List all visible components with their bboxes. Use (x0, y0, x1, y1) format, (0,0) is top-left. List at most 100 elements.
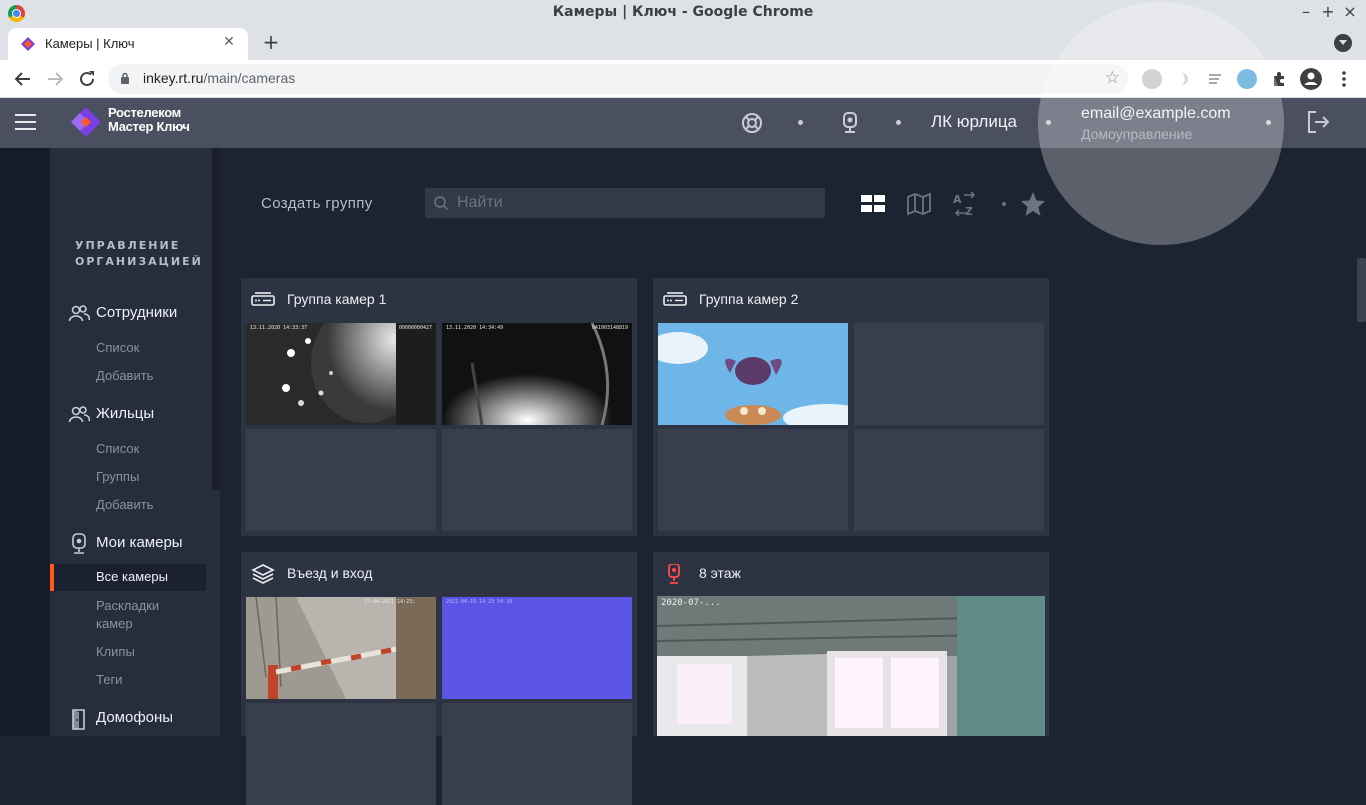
search-field[interactable] (425, 188, 825, 218)
camera-timestamp: 15-04-2021 14:23: (364, 599, 416, 605)
camera-timestamp: 13.11.2020 14:34:49 (446, 325, 504, 331)
sidebar-subitem-tags[interactable]: Теги (96, 671, 206, 689)
camera-preview-empty[interactable] (442, 703, 632, 805)
page-scrollbar[interactable] (1357, 258, 1366, 322)
camera-preview-empty[interactable] (854, 323, 1044, 425)
camera-timestamp: 2021-04-15 14 23 54 10 (446, 599, 513, 605)
sidebar-item-label: Сотрудники (96, 304, 178, 321)
tab-search-icon[interactable] (1334, 34, 1352, 52)
sidebar-subitem-camera-layouts[interactable]: Раскладки камер (96, 597, 206, 633)
bookmark-star-icon[interactable]: ☆ (1105, 68, 1120, 88)
sidebar-subitem-all-cameras[interactable]: Все камеры (50, 564, 206, 591)
sidebar-item-employees[interactable]: Сотрудники (68, 302, 208, 326)
camera-id: 041903148819 (591, 325, 628, 331)
logout-icon[interactable] (1305, 109, 1331, 135)
card-header[interactable]: Группа камер 2 (653, 278, 1049, 322)
maximize-button[interactable]: + (1319, 2, 1337, 22)
support-lifebuoy-icon[interactable] (740, 111, 764, 135)
sidebar-subitem-employees-list[interactable]: Список (96, 339, 206, 357)
close-window-button[interactable]: × (1341, 2, 1359, 22)
camera-group-card[interactable]: Группа камер 1 13.11.2020 14:33:37 00000… (241, 278, 637, 536)
sort-az-icon[interactable]: A Z (951, 190, 979, 218)
tab-title: Камеры | Ключ (45, 36, 135, 51)
webcam-icon (72, 533, 86, 554)
user-email[interactable]: email@example.com (1081, 105, 1231, 123)
camera-id: 00000000427 (398, 325, 432, 331)
favorites-star-icon[interactable] (1019, 190, 1047, 218)
browser-toolbar: inkey.rt.ru/main/cameras ☆ (0, 60, 1366, 98)
camera-frame-image (442, 323, 632, 425)
extensions-puzzle-icon[interactable] (1269, 69, 1289, 89)
camera-preview[interactable]: 13.11.2020 14:33:37 00000000427 (246, 323, 436, 425)
card-title: Группа камер 1 (287, 291, 387, 307)
dvr-icon (251, 292, 275, 306)
door-icon (72, 709, 85, 730)
layers-icon (251, 564, 275, 584)
url-text[interactable]: inkey.rt.ru/main/cameras (143, 70, 295, 86)
dvr-icon (663, 292, 687, 306)
sidebar-item-residents[interactable]: Жильцы (68, 403, 208, 427)
camera-group-card[interactable]: 8 этаж 2020-07-... (653, 552, 1049, 736)
sidebar-subitem-residents-add[interactable]: Добавить (96, 496, 206, 514)
profile-avatar-icon[interactable] (1300, 68, 1322, 90)
card-header[interactable]: 8 этаж (653, 552, 1049, 596)
camera-preview[interactable]: 13.11.2020 14:34:49 041903148819 (442, 323, 632, 425)
app-header: Ростелеком Мастер Ключ ЛК юрлица email@e… (0, 98, 1366, 148)
separator-dot (1002, 202, 1006, 206)
rostelecom-logo-icon[interactable] (70, 106, 102, 138)
reload-icon[interactable] (75, 67, 99, 91)
camera-group-card[interactable]: Въезд и вход 15-04-2021 14:23: 2021-04-1… (241, 552, 637, 805)
camera-preview[interactable] (658, 323, 848, 425)
grid-view-icon[interactable] (859, 190, 887, 218)
extension-list-icon[interactable] (1205, 69, 1225, 89)
account-type-link[interactable]: ЛК юрлица (931, 112, 1017, 132)
camera-preview[interactable]: 15-04-2021 14:23: (246, 597, 436, 699)
new-tab-button[interactable]: + (261, 31, 281, 53)
sidebar-item-my-cameras[interactable]: Мои камеры (68, 532, 208, 556)
camera-preview-empty[interactable] (854, 429, 1044, 531)
camera-frame-image (658, 323, 848, 425)
left-rail (0, 148, 50, 736)
camera-group-card[interactable]: Группа камер 2 (653, 278, 1049, 536)
sidebar-subitem-clips[interactable]: Клипы (96, 643, 206, 661)
tab-cameras[interactable]: Камеры | Ключ ✕ (8, 28, 248, 60)
users-icon (68, 305, 90, 322)
sidebar-scrollbar[interactable] (212, 148, 220, 490)
card-header[interactable]: Въезд и вход (241, 552, 637, 596)
browser-menu-icon[interactable] (1334, 69, 1354, 89)
camera-timestamp: 13.11.2020 14:33:37 (250, 325, 308, 331)
camera-preview-empty[interactable] (246, 703, 436, 805)
lock-icon[interactable] (120, 72, 130, 84)
camera-preview-large[interactable]: 2020-07-... (657, 596, 1045, 736)
search-input[interactable] (457, 191, 817, 215)
camera-preview[interactable]: 2021-04-15 14 23 54 10 (442, 597, 632, 699)
forward-arrow-icon[interactable] (43, 67, 67, 91)
hamburger-menu-icon[interactable] (15, 114, 36, 131)
sidebar-subitem-employees-add[interactable]: Добавить (96, 367, 206, 385)
rostelecom-favicon-icon (21, 37, 35, 51)
sidebar-subitem-label: Все камеры (96, 569, 168, 584)
camera-preview-empty[interactable] (442, 429, 632, 531)
extension-moon-icon[interactable] (1174, 69, 1194, 89)
camera-preview-empty[interactable] (658, 429, 848, 531)
extension-bank-icon[interactable] (1237, 69, 1257, 89)
sidebar-item-label: Мои камеры (96, 534, 183, 551)
svg-text:A: A (953, 193, 962, 206)
window-title: Камеры | Ключ - Google Chrome (552, 4, 814, 20)
camera-preview-empty[interactable] (246, 429, 436, 531)
camera-frame-image (442, 597, 632, 699)
address-bar[interactable]: inkey.rt.ru/main/cameras ☆ (108, 64, 1128, 94)
map-view-icon[interactable] (905, 190, 933, 218)
card-header[interactable]: Группа камер 1 (241, 278, 637, 322)
sidebar-subitem-residents-list[interactable]: Список (96, 440, 206, 458)
sidebar-subitem-residents-groups[interactable]: Группы (96, 468, 206, 486)
brand-name[interactable]: Ростелеком Мастер Ключ (108, 106, 190, 134)
camera-pin-icon (668, 564, 680, 584)
create-group-button[interactable]: Создать группу (261, 195, 373, 212)
tab-close-icon[interactable]: ✕ (220, 33, 238, 51)
minimize-button[interactable]: – (1297, 2, 1315, 22)
sidebar-item-intercoms[interactable]: Домофоны (68, 707, 208, 731)
webcam-icon[interactable] (838, 111, 862, 135)
back-arrow-icon[interactable] (11, 67, 35, 91)
extension-lightning-icon[interactable] (1142, 69, 1162, 89)
